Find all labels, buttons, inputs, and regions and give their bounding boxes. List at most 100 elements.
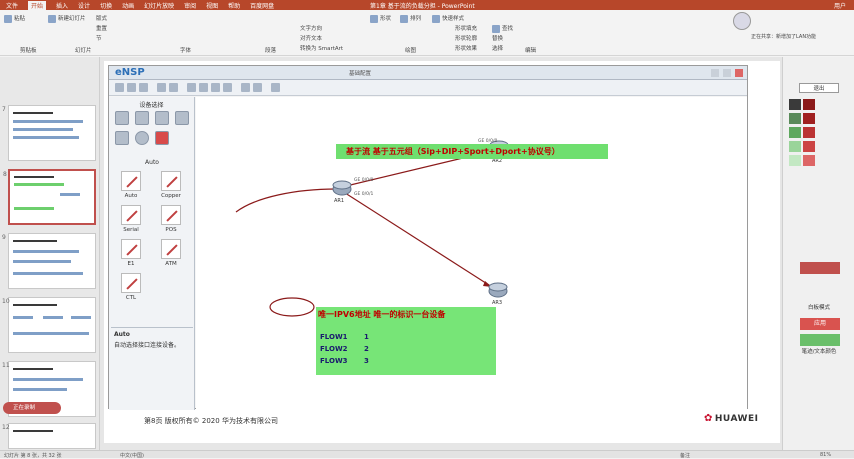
layout-button[interactable]: 版式 — [96, 14, 107, 24]
pen-color-swatch[interactable] — [789, 127, 801, 138]
save-icon[interactable] — [139, 83, 148, 92]
tab-file[interactable]: 文件 — [6, 1, 18, 10]
port-label: GE 0/0/0 — [354, 178, 374, 183]
slide-thumbnail[interactable]: 12 — [2, 423, 96, 449]
whiteboard-label[interactable]: 白板模式 — [799, 303, 839, 311]
convert-smartart-button[interactable]: 转换为 SmartArt — [300, 44, 343, 54]
text-direction-button[interactable]: 文字方向 — [300, 24, 322, 34]
atm-cable-icon[interactable] — [161, 239, 181, 259]
current-slide[interactable]: eNSP 基础配置 设备选择 Auto Auto Copper Serial P… — [104, 61, 780, 443]
presenter-avatar[interactable] — [733, 12, 751, 30]
pc-category-icon[interactable] — [115, 131, 129, 145]
user-name[interactable]: 用户 — [834, 1, 846, 10]
align-text-button[interactable]: 对齐文本 — [300, 34, 322, 44]
sharing-notice: 正在共享：新增加了LAN功能 — [751, 34, 817, 40]
flow-textbox[interactable]: 唯一IPV6地址 唯一的标识一台设备 FLOW1 1 FLOW2 2 FLOW3… — [316, 307, 496, 375]
tab-design[interactable]: 设计 — [78, 1, 90, 10]
pen-color-swatch[interactable] — [803, 113, 815, 124]
cloud-category-icon[interactable] — [135, 131, 149, 145]
select-tool-icon[interactable] — [187, 83, 196, 92]
slide-thumbnail[interactable]: 10 — [2, 297, 96, 353]
capture-icon[interactable] — [271, 83, 280, 92]
pos-cable-icon[interactable] — [161, 205, 181, 225]
shape-fill-button[interactable]: 形状填充 — [455, 24, 477, 34]
pen-color-swatch[interactable] — [803, 127, 815, 138]
router-ar3-icon[interactable] — [488, 282, 508, 298]
new-slide-icon — [48, 14, 56, 23]
section-button[interactable]: 节 — [96, 34, 102, 44]
pen-color-swatch[interactable] — [789, 155, 801, 166]
copper-cable-icon[interactable] — [161, 171, 181, 191]
tab-transitions[interactable]: 切换 — [100, 1, 112, 10]
serial-cable-icon[interactable] — [121, 205, 141, 225]
pen-color-swatch[interactable] — [789, 141, 801, 152]
cable-label-atm: ATM — [165, 261, 177, 267]
exit-button[interactable]: 退出 — [799, 83, 839, 93]
tab-animations[interactable]: 动画 — [122, 1, 134, 10]
confirm-button[interactable] — [800, 334, 840, 346]
shape-effects-button[interactable]: 形状效果 — [455, 44, 477, 54]
ensp-window: eNSP 基础配置 设备选择 Auto Auto Copper Serial P… — [108, 65, 748, 410]
flow-number: 3 — [364, 357, 369, 365]
stop-device-icon[interactable] — [253, 83, 262, 92]
pen-color-swatch[interactable] — [803, 141, 815, 152]
find-button[interactable]: 查找 — [492, 24, 513, 34]
status-bar: 幻灯片 第 8 张，共 32 张 中文(中国) 备注 81% — [0, 450, 854, 459]
text-tool-icon[interactable] — [223, 83, 232, 92]
shapes-button[interactable]: 形状 — [370, 14, 391, 24]
slide-thumbnail[interactable]: 9 — [2, 233, 96, 289]
zoom-level[interactable]: 81% — [820, 452, 831, 458]
tab-view[interactable]: 视图 — [206, 1, 218, 10]
group-label-drawing: 绘图 — [405, 48, 417, 54]
select-button[interactable]: 选择 — [492, 44, 503, 54]
flow-label: FLOW1 — [320, 333, 348, 341]
pen-color-swatch[interactable] — [789, 113, 801, 124]
e1-cable-icon[interactable] — [121, 239, 141, 259]
undo-icon[interactable] — [157, 83, 166, 92]
switch-category-icon[interactable] — [135, 111, 149, 125]
tab-help[interactable]: 帮助 — [228, 1, 240, 10]
tab-baidu[interactable]: 百度网盘 — [250, 1, 274, 10]
slide-thumbnail[interactable]: 7 — [2, 105, 96, 161]
start-device-icon[interactable] — [241, 83, 250, 92]
recording-badge[interactable]: 正在录制 — [3, 402, 61, 414]
shape-outline-button[interactable]: 形状轮廓 — [455, 34, 477, 44]
wlan-category-icon[interactable] — [155, 111, 169, 125]
topology-canvas[interactable]: AR1 AR2 AR3 GE 0/0/0 GE 0/0/1 GE 0/0/0 基… — [196, 97, 747, 410]
reset-button[interactable]: 重置 — [96, 24, 107, 34]
redo-icon[interactable] — [169, 83, 178, 92]
ctl-cable-icon[interactable] — [121, 273, 141, 293]
slide-thumbnail-selected[interactable]: 8 — [3, 169, 96, 225]
pen-color-swatch[interactable] — [789, 99, 801, 110]
move-tool-icon[interactable] — [199, 83, 208, 92]
delete-tool-icon[interactable] — [211, 83, 220, 92]
new-slide-button[interactable]: 新建幻灯片 — [48, 14, 86, 24]
tab-slideshow[interactable]: 幻灯片放映 — [144, 1, 174, 10]
firewall-category-icon[interactable] — [175, 111, 189, 125]
open-icon[interactable] — [127, 83, 136, 92]
ipv6-highlight-text: 唯一IPV6地址 唯一的标识一台设备 — [318, 310, 446, 319]
router-ar1-icon[interactable] — [332, 180, 352, 196]
router-category-icon[interactable] — [115, 111, 129, 125]
pen-color-swatch[interactable] — [803, 155, 815, 166]
document-title: 第1章 基于流的负载分担 - PowerPoint — [370, 3, 475, 10]
tab-insert[interactable]: 插入 — [56, 1, 68, 10]
pen-color-swatch[interactable] — [803, 99, 815, 110]
minimize-icon[interactable] — [711, 69, 719, 77]
cable-category-icon[interactable] — [155, 131, 169, 145]
close-icon[interactable] — [735, 69, 743, 77]
group-label-slides: 幻灯片 — [75, 48, 92, 54]
apply-button[interactable]: 应用 — [800, 318, 840, 330]
auto-cable-icon[interactable] — [121, 171, 141, 191]
paste-button[interactable]: 粘贴 — [4, 14, 25, 24]
slide-banner[interactable]: 基于流 基于五元组（Sip+DIP+Sport+Dport+协议号） — [336, 144, 608, 159]
port-label: GE 0/0/1 — [354, 192, 374, 197]
new-topology-icon[interactable] — [115, 83, 124, 92]
pen-mode-button[interactable] — [800, 262, 840, 274]
arrange-button[interactable]: 排列 — [400, 14, 421, 24]
maximize-icon[interactable] — [723, 69, 731, 77]
quick-styles-button[interactable]: 快速样式 — [432, 14, 464, 24]
tab-review[interactable]: 审阅 — [184, 1, 196, 10]
replace-button[interactable]: 替换 — [492, 34, 503, 44]
tab-home[interactable]: 开始 — [28, 1, 47, 10]
